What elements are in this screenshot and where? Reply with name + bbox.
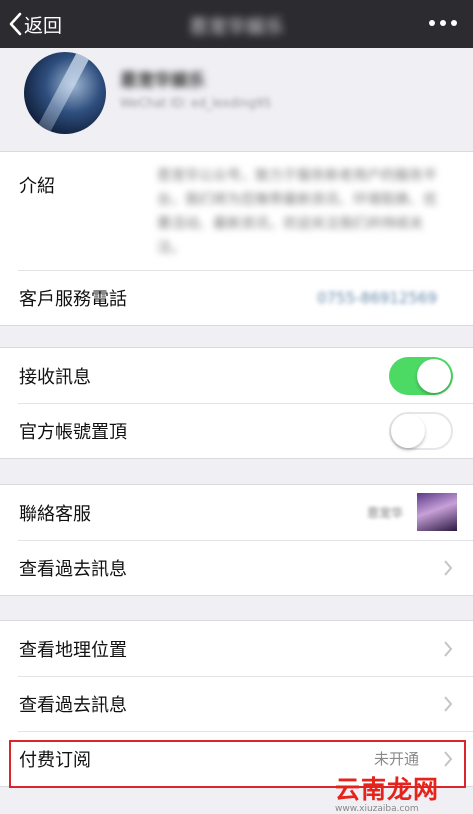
intro-label: 介紹 xyxy=(19,176,55,197)
back-label: 返回 xyxy=(24,14,63,37)
account-name: 恩宠华娱乐 xyxy=(120,71,205,91)
contact-service-row[interactable]: 聯絡客服 恩宠华 xyxy=(0,485,473,540)
history-row-1[interactable]: 查看過去訊息 xyxy=(0,540,473,595)
receive-messages-label: 接收訊息 xyxy=(19,366,91,388)
info-section: 介紹 恩宠华公众号，致力于服务新老用户的服务平台，我们将为您推荐最新资讯、环境取… xyxy=(0,151,473,326)
contact-service-name: 恩宠华 xyxy=(366,506,403,520)
watermark: 云南龙网 www.xiuzaiba.com xyxy=(335,770,465,814)
history-label-2: 查看過去訊息 xyxy=(19,694,127,716)
receive-messages-row: 接收訊息 xyxy=(0,348,473,403)
chevron-right-icon xyxy=(444,559,453,576)
page-title: 恩宠华娱乐 xyxy=(188,16,284,38)
chevron-right-icon xyxy=(444,695,453,712)
service-section: 聯絡客服 恩宠华 查看過去訊息 xyxy=(0,484,473,596)
profile-header: 恩宠华娱乐 WeChat ID: ed_lexding95 xyxy=(0,48,473,151)
contact-service-label: 聯絡客服 xyxy=(19,503,91,525)
phone-label: 客戶服務電話 xyxy=(19,288,127,310)
chevron-right-icon xyxy=(444,640,453,657)
location-label: 查看地理位置 xyxy=(19,639,127,661)
phone-row[interactable]: 客戶服務電話 0755-86912569 xyxy=(0,270,473,325)
watermark-text: 云南龙网 xyxy=(335,775,440,804)
location-row[interactable]: 查看地理位置 xyxy=(0,621,473,676)
pin-account-row: 官方帳號置頂 xyxy=(0,403,473,458)
more-options-icon[interactable] xyxy=(429,13,457,33)
navbar: 返回 恩宠华娱乐 xyxy=(0,0,473,48)
wechat-id: WeChat ID: ed_lexding95 xyxy=(120,96,272,110)
history-row-2[interactable]: 查看過去訊息 xyxy=(0,676,473,731)
back-button[interactable]: 返回 xyxy=(8,9,62,39)
avatar[interactable] xyxy=(24,52,106,134)
contact-service-thumbnail xyxy=(417,493,457,531)
phone-number[interactable]: 0755-86912569 xyxy=(317,289,437,307)
intro-row: 介紹 恩宠华公众号，致力于服务新老用户的服务平台，我们将为您推荐最新资讯、环境取… xyxy=(0,152,473,270)
receive-messages-toggle[interactable] xyxy=(389,356,453,395)
settings-section: 接收訊息 官方帳號置頂 xyxy=(0,347,473,459)
history-label-1: 查看過去訊息 xyxy=(19,558,127,580)
intro-text: 恩宠华公众号，致力于服务新老用户的服务平台，我们将为您推荐最新资讯、环境取换、优… xyxy=(157,168,437,256)
pin-account-label: 官方帳號置頂 xyxy=(19,421,127,443)
pin-account-toggle[interactable] xyxy=(389,411,453,450)
chevron-left-icon xyxy=(9,12,22,36)
